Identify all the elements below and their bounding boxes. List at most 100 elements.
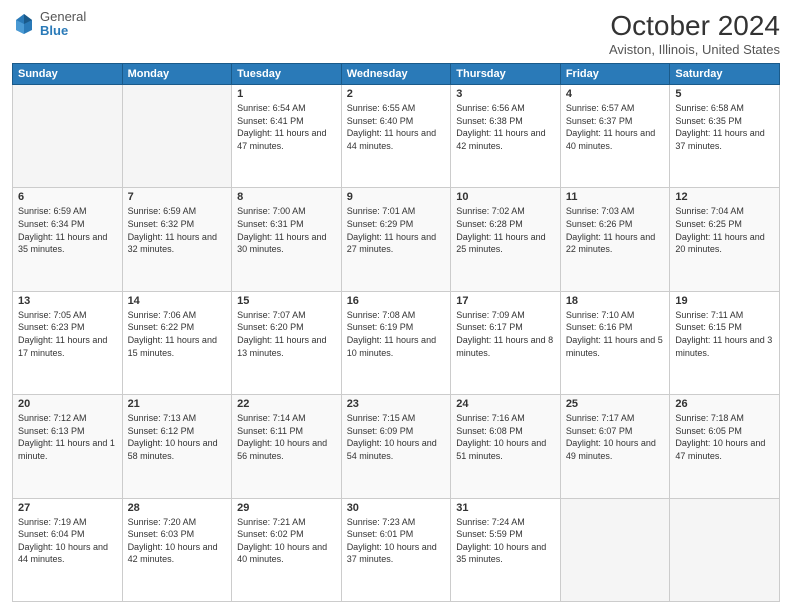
day-info-26: Sunrise: 7:18 AMSunset: 6:05 PMDaylight:… [675,412,774,462]
sunrise-11: Sunrise: 7:03 AM [566,205,665,218]
day-info-7: Sunrise: 6:59 AMSunset: 6:32 PMDaylight:… [128,205,227,255]
day-number-16: 16 [347,295,446,307]
day-number-23: 23 [347,398,446,410]
daylight-28: Daylight: 10 hours and 42 minutes. [128,541,227,566]
cell-0-3: 2Sunrise: 6:55 AMSunset: 6:40 PMDaylight… [341,85,451,188]
day-number-20: 20 [18,398,117,410]
sunset-13: Sunset: 6:23 PM [18,321,117,334]
daylight-9: Daylight: 11 hours and 27 minutes. [347,231,446,256]
cell-3-5: 25Sunrise: 7:17 AMSunset: 6:07 PMDayligh… [560,395,670,498]
day-number-29: 29 [237,502,336,514]
cell-1-5: 11 Sunrise: 7:03 AMSunset: 6:26 PMDayligh… [560,188,670,291]
sunrise-30: Sunrise: 7:23 AM [347,516,446,529]
sunrise-28: Sunrise: 7:20 AM [128,516,227,529]
th-tuesday: Tuesday [232,64,342,85]
daylight-13: Daylight: 11 hours and 17 minutes. [18,334,117,359]
sunrise-16: Sunrise: 7:08 AM [347,309,446,322]
daylight-10: Daylight: 11 hours and 25 minutes. [456,231,555,256]
cell-2-6: 19Sunrise: 7:11 AMSunset: 6:15 PMDayligh… [670,291,780,394]
day-number-1: 1 [237,88,336,100]
sunrise-18: Sunrise: 7:10 AM [566,309,665,322]
sunset-18: Sunset: 6:16 PM [566,321,665,334]
cell-1-0: 6Sunrise: 6:59 AMSunset: 6:34 PMDaylight… [13,188,123,291]
sunset-24: Sunset: 6:08 PM [456,425,555,438]
day-info-15: Sunrise: 7:07 AMSunset: 6:20 PMDaylight:… [237,309,336,359]
sunset-25: Sunset: 6:07 PM [566,425,665,438]
daylight-27: Daylight: 10 hours and 44 minutes. [18,541,117,566]
th-thursday: Thursday [451,64,561,85]
th-sunday: Sunday [13,64,123,85]
day-info-9: Sunrise: 7:01 AMSunset: 6:29 PMDaylight:… [347,205,446,255]
sunset-4: Sunset: 6:37 PM [566,115,665,128]
sunrise-19: Sunrise: 7:11 AM [675,309,774,322]
th-monday: Monday [122,64,232,85]
day-info-19: Sunrise: 7:11 AMSunset: 6:15 PMDaylight:… [675,309,774,359]
day-number-21: 21 [128,398,227,410]
cell-3-3: 23Sunrise: 7:15 AMSunset: 6:09 PMDayligh… [341,395,451,498]
sunset-7: Sunset: 6:32 PM [128,218,227,231]
daylight-3: Daylight: 11 hours and 42 minutes. [456,127,555,152]
day-info-21: Sunrise: 7:13 AMSunset: 6:12 PMDaylight:… [128,412,227,462]
day-info-17: Sunrise: 7:09 AMSunset: 6:17 PMDaylight:… [456,309,555,359]
cell-0-5: 4Sunrise: 6:57 AMSunset: 6:37 PMDaylight… [560,85,670,188]
sunset-29: Sunset: 6:02 PM [237,528,336,541]
day-info-1: Sunrise: 6:54 AMSunset: 6:41 PMDaylight:… [237,102,336,152]
sunrise-4: Sunrise: 6:57 AM [566,102,665,115]
cell-4-4: 31Sunrise: 7:24 AMSunset: 5:59 PMDayligh… [451,498,561,601]
day-number-24: 24 [456,398,555,410]
sunrise-9: Sunrise: 7:01 AM [347,205,446,218]
day-info-27: Sunrise: 7:19 AMSunset: 6:04 PMDaylight:… [18,516,117,566]
day-number-28: 28 [128,502,227,514]
cell-3-2: 22Sunrise: 7:14 AMSunset: 6:11 PMDayligh… [232,395,342,498]
sunrise-17: Sunrise: 7:09 AM [456,309,555,322]
day-number-15: 15 [237,295,336,307]
day-number-22: 22 [237,398,336,410]
sunset-9: Sunset: 6:29 PM [347,218,446,231]
day-info-13: Sunrise: 7:05 AMSunset: 6:23 PMDaylight:… [18,309,117,359]
day-number-14: 14 [128,295,227,307]
sunset-6: Sunset: 6:34 PM [18,218,117,231]
daylight-23: Daylight: 10 hours and 54 minutes. [347,437,446,462]
cell-4-3: 30Sunrise: 7:23 AMSunset: 6:01 PMDayligh… [341,498,451,601]
cell-2-0: 13Sunrise: 7:05 AMSunset: 6:23 PMDayligh… [13,291,123,394]
daylight-24: Daylight: 10 hours and 51 minutes. [456,437,555,462]
sunset-15: Sunset: 6:20 PM [237,321,336,334]
sunset-19: Sunset: 6:15 PM [675,321,774,334]
logo-blue-text: Blue [40,24,86,38]
location: Aviston, Illinois, United States [609,42,780,57]
sunset-10: Sunset: 6:28 PM [456,218,555,231]
sunrise-26: Sunrise: 7:18 AM [675,412,774,425]
sunset-30: Sunset: 6:01 PM [347,528,446,541]
day-number-27: 27 [18,502,117,514]
day-info-12: Sunrise: 7:04 AMSunset: 6:25 PMDaylight:… [675,205,774,255]
daylight-30: Daylight: 10 hours and 37 minutes. [347,541,446,566]
day-info-28: Sunrise: 7:20 AMSunset: 6:03 PMDaylight:… [128,516,227,566]
day-number-17: 17 [456,295,555,307]
day-info-30: Sunrise: 7:23 AMSunset: 6:01 PMDaylight:… [347,516,446,566]
logo: General Blue [12,10,86,39]
daylight-16: Daylight: 11 hours and 10 minutes. [347,334,446,359]
header: General Blue October 2024 Aviston, Illin… [12,10,780,57]
day-number-6: 6 [18,191,117,203]
title-area: October 2024 Aviston, Illinois, United S… [609,10,780,57]
day-number-25: 25 [566,398,665,410]
day-number-11: 11 [566,191,665,203]
logo-text: General Blue [40,10,86,39]
day-info-31: Sunrise: 7:24 AMSunset: 5:59 PMDaylight:… [456,516,555,566]
day-info-11: Sunrise: 7:03 AMSunset: 6:26 PMDaylight:… [566,205,665,255]
cell-2-5: 18Sunrise: 7:10 AMSunset: 6:16 PMDayligh… [560,291,670,394]
sunrise-3: Sunrise: 6:56 AM [456,102,555,115]
day-number-3: 3 [456,88,555,100]
calendar-table: Sunday Monday Tuesday Wednesday Thursday… [12,63,780,602]
day-number-18: 18 [566,295,665,307]
week-row-5: 27 Sunrise: 7:19 AMSunset: 6:04 PMDayligh… [13,498,780,601]
sunrise-5: Sunrise: 6:58 AM [675,102,774,115]
sunset-8: Sunset: 6:31 PM [237,218,336,231]
day-number-4: 4 [566,88,665,100]
sunrise-1: Sunrise: 6:54 AM [237,102,336,115]
day-info-14: Sunrise: 7:06 AMSunset: 6:22 PMDaylight:… [128,309,227,359]
logo-icon [12,12,36,36]
sunrise-31: Sunrise: 7:24 AM [456,516,555,529]
day-number-26: 26 [675,398,774,410]
day-info-2: Sunrise: 6:55 AMSunset: 6:40 PMDaylight:… [347,102,446,152]
